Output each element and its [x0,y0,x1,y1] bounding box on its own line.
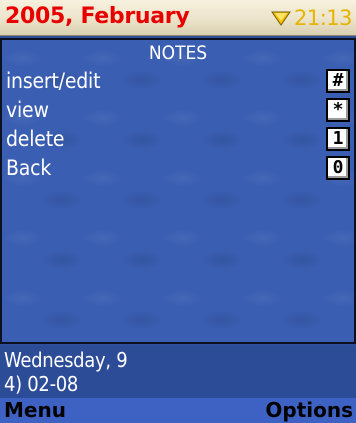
menu-item-delete[interactable]: delete 1 [2,124,354,154]
menu-item-label: view [6,98,49,122]
note-entry-summary: 4) 02-08 [4,372,79,396]
menu-item-label: delete [6,127,65,151]
month-year-title: 2005, February [5,4,190,29]
menu-item-back[interactable]: Back 0 [2,153,354,183]
menu-item-label: insert/edit [6,69,101,93]
date-info-area: Wednesday, 9 4) 02-08 [0,346,356,398]
shortcut-key-badge: 1 [326,127,350,151]
menu-item-insert-edit[interactable]: insert/edit # [2,66,354,96]
notes-menu-panel: NOTES insert/edit # view * delete 1 Back… [0,38,356,344]
options-softkey[interactable]: Options [265,398,353,423]
shortcut-key-badge: * [326,98,350,122]
status-area: 21:13 [270,4,353,32]
shortcut-key-badge: # [326,69,350,93]
menu-item-view[interactable]: view * [2,95,354,125]
menu-softkey[interactable]: Menu [4,398,66,423]
battery-icon [271,11,291,26]
menu-item-label: Back [6,156,52,180]
clock-time: 21:13 [293,6,353,30]
calendar-header: 2005, February 21:13 [0,0,356,36]
phone-screen: 2005, February 21:13 NOTES insert/edit #… [0,0,356,423]
shortcut-key-badge: 0 [326,156,350,180]
panel-title: NOTES [148,42,208,64]
softkey-bar: Menu Options [0,398,356,423]
weekday-date: Wednesday, 9 [4,348,128,372]
